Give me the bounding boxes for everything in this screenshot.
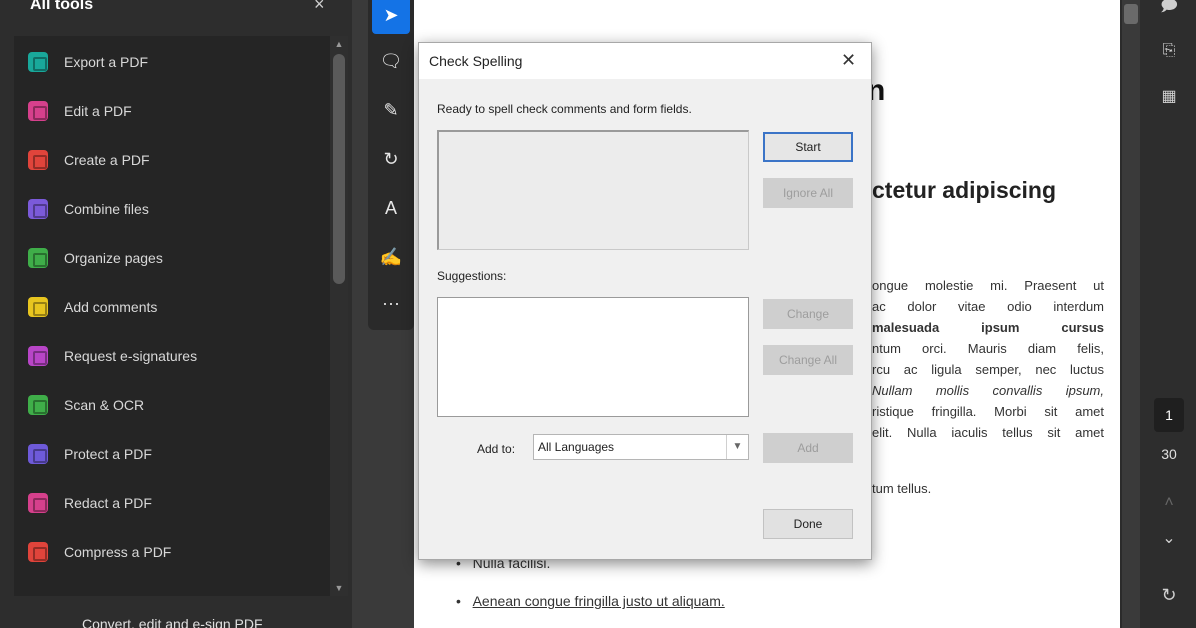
suggestions-label: Suggestions: (437, 269, 507, 283)
panel-title: All tools (30, 0, 94, 13)
request-esignatures-icon (28, 346, 48, 366)
doc-text-line: elit. Nulla iaculis tellus sit amet (872, 425, 1104, 440)
document-scroll-thumb[interactable] (1124, 4, 1138, 24)
tool-item[interactable]: Edit a PDF (28, 98, 132, 124)
organize-pages-icon (28, 248, 48, 268)
doc-subheading: ctetur adipiscing (872, 177, 1057, 203)
ignore-all-button[interactable]: Ignore All (763, 178, 853, 208)
tool-item[interactable]: Add comments (28, 294, 157, 320)
doc-text-line: ntum orci. Mauris diam felis, (872, 341, 1104, 356)
dialog-titlebar[interactable]: Check Spelling ✕ (419, 43, 871, 79)
tool-item[interactable]: Create a PDF (28, 147, 150, 173)
chevron-up-icon[interactable]: ˄ (1158, 492, 1180, 514)
comment-icon[interactable]: 🗨 (372, 42, 410, 80)
tool-item-label: Protect a PDF (64, 446, 152, 462)
tool-item[interactable]: Compress a PDF (28, 539, 171, 565)
scroll-thumb[interactable] (333, 54, 345, 284)
start-button[interactable]: Start (763, 132, 853, 162)
tool-item-label: Redact a PDF (64, 495, 152, 511)
panel-close-icon[interactable]: × (314, 0, 325, 15)
done-button[interactable]: Done (763, 509, 853, 539)
combine-files-icon (28, 199, 48, 219)
tool-item-label: Organize pages (64, 250, 163, 266)
tool-item[interactable]: Redact a PDF (28, 490, 152, 516)
right-rail: 🗩 ⎘ ▦ 1 30 ˄ ⌄ ↻ (1140, 0, 1196, 628)
doc-text-line: rcu ac ligula semper, nec luctus (872, 362, 1104, 377)
scroll-up-icon[interactable]: ▲ (330, 36, 348, 52)
tool-item-label: Create a PDF (64, 152, 150, 168)
suggestions-list[interactable] (437, 297, 749, 417)
lasso-draw-icon[interactable]: ↻ (372, 140, 410, 178)
tool-item-label: Edit a PDF (64, 103, 132, 119)
select-cursor-icon[interactable]: ➤ (372, 0, 410, 34)
change-all-button[interactable]: Change All (763, 345, 853, 375)
refresh-icon[interactable]: ↻ (1158, 584, 1180, 606)
add-button[interactable]: Add (763, 433, 853, 463)
dialog-title: Check Spelling (429, 53, 523, 69)
thumbnails-grid-icon[interactable]: ▦ (1158, 86, 1180, 108)
bookmark-panel-icon[interactable]: ⎘ (1158, 40, 1180, 62)
tool-item-label: Add comments (64, 299, 158, 315)
tool-item[interactable]: Request e-signatures (28, 343, 197, 369)
export-pdf-icon (28, 52, 48, 72)
create-pdf-icon (28, 150, 48, 170)
tool-item-label: Request e-signatures (64, 348, 198, 364)
panel-footer-text[interactable]: Convert, edit and e-sign PDF (82, 616, 263, 628)
tool-item[interactable]: Scan & OCR (28, 392, 144, 418)
scroll-down-icon[interactable]: ▼ (330, 580, 348, 596)
chat-icon[interactable]: 🗩 (1158, 0, 1180, 18)
tool-item[interactable]: Organize pages (28, 245, 163, 271)
doc-text-line: tum tellus. (872, 481, 932, 496)
more-tools-icon[interactable]: ··· (372, 284, 410, 322)
vertical-toolbar: ➤ 🗨 ✎ ↻ A ✍ ··· (368, 0, 414, 330)
tool-item-label: Scan & OCR (64, 397, 145, 413)
document-scrollbar[interactable] (1122, 0, 1140, 628)
status-text: Ready to spell check comments and form f… (437, 102, 692, 116)
tool-item-label: Export a PDF (64, 54, 149, 70)
add-comments-icon (28, 297, 48, 317)
doc-bullet-item: • Aenean congue fringilla justo ut aliqu… (456, 593, 725, 609)
compress-pdf-icon (28, 542, 48, 562)
change-button[interactable]: Change (763, 299, 853, 329)
doc-text-line: ristique fringilla. Morbi sit amet (872, 404, 1104, 419)
chevron-down-icon[interactable]: ⌄ (1158, 528, 1180, 550)
redact-pdf-icon (28, 493, 48, 513)
check-spelling-dialog: Check Spelling ✕ Ready to spell check co… (418, 42, 872, 560)
doc-bullet-link[interactable]: Aenean congue fringilla justo ut aliquam… (473, 593, 725, 609)
text-box-icon[interactable]: A (372, 189, 410, 227)
misspelled-text-area[interactable] (437, 130, 749, 250)
scan-ocr-icon (28, 395, 48, 415)
highlight-pen-icon[interactable]: ✎ (372, 91, 410, 129)
acrobat-window: All tools × Export a PDF Edit a PDF Create… (0, 0, 1196, 628)
all-tools-panel: All tools × Export a PDF Edit a PDF Create… (0, 0, 352, 628)
sign-icon[interactable]: ✍ (372, 238, 410, 276)
doc-text-line: ac dolor vitae odio interdum (872, 299, 1104, 314)
add-to-label: Add to: (477, 442, 516, 456)
doc-text-line: ongue molestie mi. Praesent ut (872, 278, 1104, 293)
tool-item-label: Compress a PDF (64, 544, 172, 560)
current-page-input[interactable]: 1 (1154, 398, 1184, 432)
language-select[interactable]: All Languages ▼ (533, 434, 749, 460)
doc-text-line: malesuada ipsum cursus (872, 320, 1104, 335)
close-icon[interactable]: ✕ (841, 50, 856, 71)
tool-item[interactable]: Protect a PDF (28, 441, 152, 467)
edit-pdf-icon (28, 101, 48, 121)
language-select-value: All Languages (538, 440, 615, 454)
tool-item[interactable]: Export a PDF (28, 49, 148, 75)
protect-pdf-icon (28, 444, 48, 464)
tool-item[interactable]: Combine files (28, 196, 149, 222)
total-pages: 30 (1161, 446, 1177, 462)
chevron-down-icon[interactable]: ▼ (726, 435, 748, 459)
tool-list-scrollbar[interactable]: ▲ ▼ (330, 36, 348, 596)
tool-item-label: Combine files (64, 201, 149, 217)
doc-text-line: Nullam mollis convallis ipsum, (872, 383, 1104, 398)
